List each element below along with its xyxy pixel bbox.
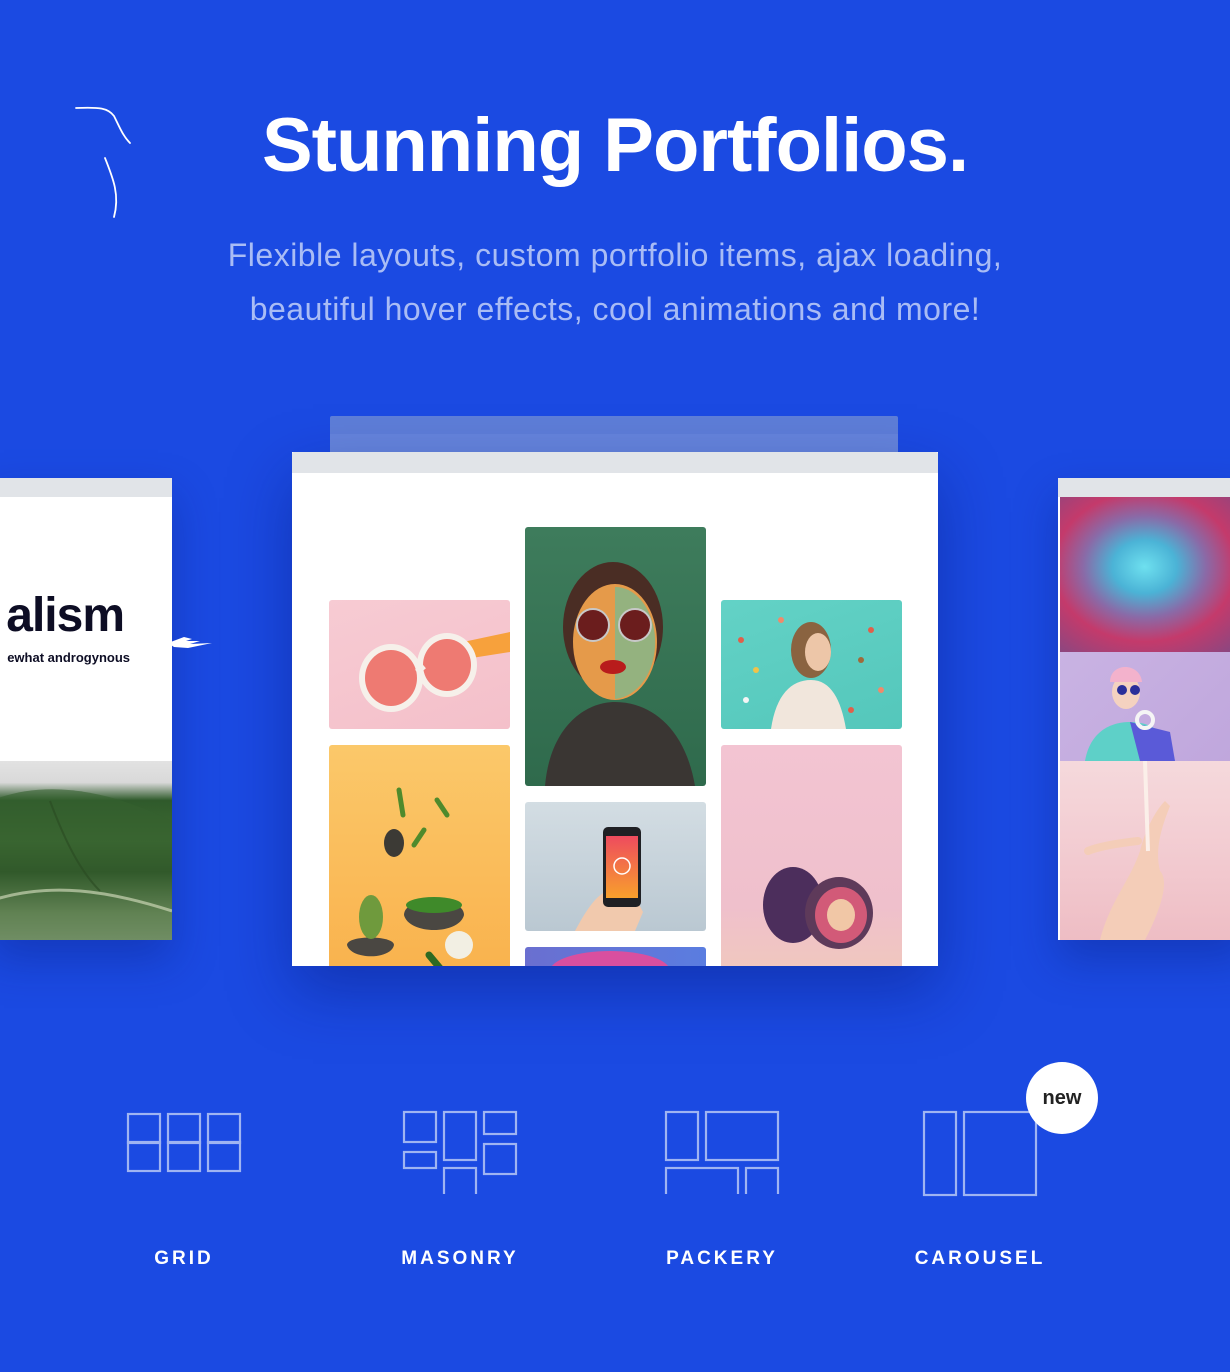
window-title-bar (292, 452, 938, 473)
woman-confetti-teal-photo[interactable] (721, 600, 902, 729)
page-title: Stunning Portfolios. (261, 103, 969, 188)
woman-round-sunglasses-portrait-photo[interactable] (525, 527, 706, 786)
green-leaf-photo (0, 761, 172, 940)
preview-heading: alism (6, 589, 125, 642)
layout-packery[interactable]: PACKERY (592, 1100, 852, 1269)
hand-pink-background-photo (1060, 760, 1230, 940)
woman-pink-beanie-headphones-photo (1060, 652, 1230, 761)
portfolio-feature-banner: Stunning Portfolios. Flexible layouts, c… (0, 0, 1230, 1372)
packery-layout-icon (592, 1100, 852, 1210)
page-subtitle: Flexible layouts, custom portfolio items… (0, 228, 1230, 336)
preview-window-center[interactable] (292, 452, 938, 966)
layout-label: GRID (154, 1248, 214, 1269)
peppers-mortar-orange-photo[interactable] (329, 745, 510, 966)
preview-subheading: ewhat androgynous (7, 650, 130, 665)
grid-layout-icon (54, 1100, 314, 1210)
preview-window-right[interactable] (1058, 478, 1230, 940)
layout-label: PACKERY (666, 1248, 778, 1269)
subtitle-line-1: Flexible layouts, custom portfolio items… (227, 237, 1003, 273)
preview-window-left[interactable]: alism ewhat androgynous (0, 478, 172, 940)
figs-pink-photo[interactable] (721, 745, 902, 966)
window-title-bar (0, 478, 172, 497)
glitch-portrait-photo (1060, 497, 1230, 652)
window-title-bar (1058, 478, 1230, 497)
masonry-layout-icon (330, 1100, 590, 1210)
hand-holding-phone-photo[interactable] (525, 802, 706, 931)
layout-masonry[interactable]: MASONRY (330, 1100, 590, 1269)
new-badge: new (1026, 1062, 1098, 1134)
watermelon-sunglasses-photo[interactable] (329, 600, 510, 729)
brush-stroke-icon (168, 637, 212, 648)
subtitle-line-2: beautiful hover effects, cool animations… (249, 291, 981, 327)
pink-hair-photo[interactable] (525, 947, 706, 966)
layout-label: CAROUSEL (914, 1248, 1046, 1269)
layout-label: MASONRY (401, 1248, 519, 1269)
layout-grid[interactable]: GRID (54, 1100, 314, 1269)
